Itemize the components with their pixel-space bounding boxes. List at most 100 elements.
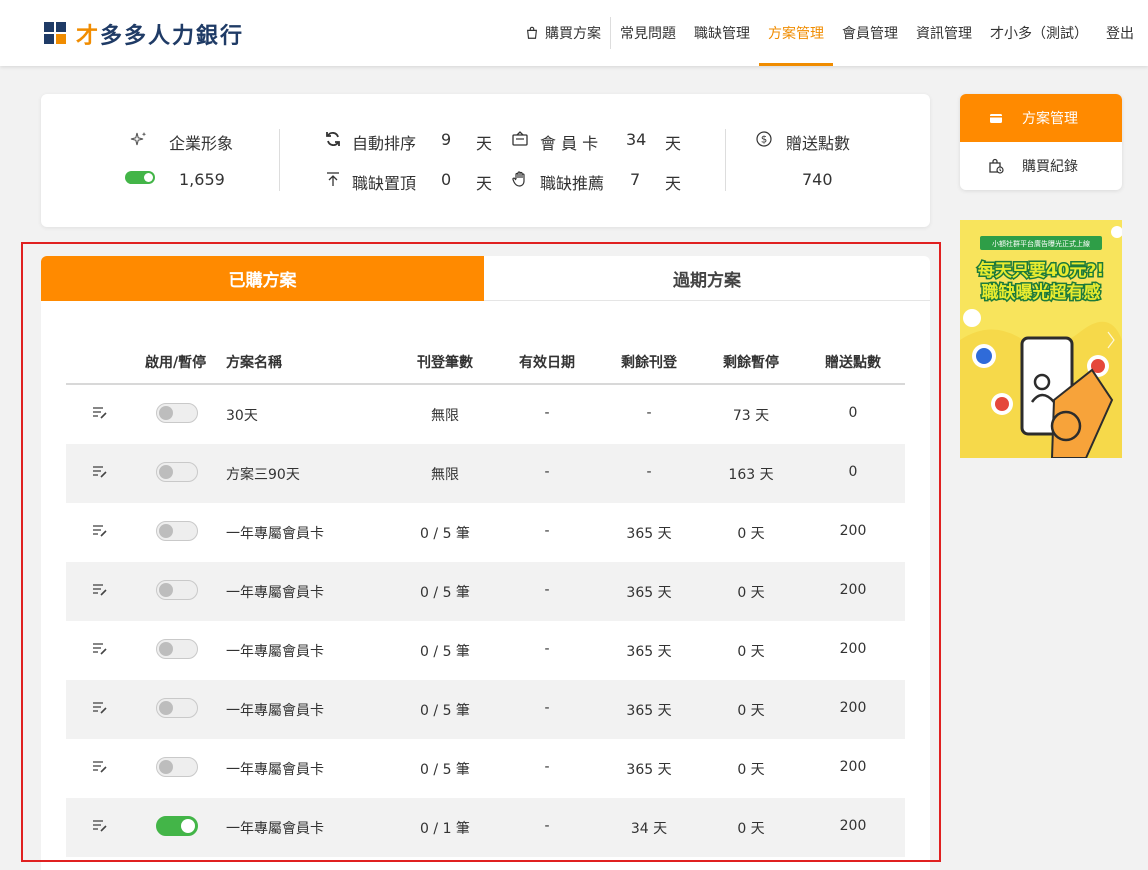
job-recommend-value: 7 [630,170,641,189]
post-count: 0 / 5 筆 [420,762,470,778]
nav-info-manage[interactable]: 資訊管理 [907,0,981,66]
edit-icon[interactable] [92,760,108,774]
remaining-pause: 0 天 [737,703,765,719]
edit-icon[interactable] [92,583,108,597]
auto-sort-label: 自動排序 [352,134,417,153]
remaining-pause: 0 天 [737,644,765,660]
gift-points: 200 [839,818,867,834]
table-row: 30天 無限 - - 73 天 0 [66,385,905,444]
gift-points-value: 740 [802,170,833,189]
plan-toggle[interactable] [156,816,198,836]
promo-banner[interactable]: 小額社群平台廣告曝光正式上線 每天只要40元?! 職缺曝光超有感 [960,220,1122,458]
plan-toggle[interactable] [156,462,198,482]
remaining-post: 365 天 [626,703,672,719]
company-image-toggle[interactable] [125,171,155,184]
edit-icon[interactable] [92,701,108,715]
plan-toggle[interactable] [156,757,198,777]
plan-name: 一年專屬會員卡 [226,821,324,837]
edit-icon[interactable] [92,819,108,833]
tab-purchased-plans[interactable]: 已購方案 [41,256,484,301]
nav-job-manage[interactable]: 職缺管理 [685,0,759,66]
remaining-pause: 73 天 [732,408,770,424]
refresh-icon [326,132,340,146]
hand-icon [512,171,525,187]
expiry-date: - [544,523,550,539]
job-top-value: 0 [441,170,452,189]
plan-toggle[interactable] [156,639,198,659]
gift-points: 0 [848,464,858,480]
plan-name: 方案三90天 [226,467,300,483]
plan-toggle[interactable] [156,580,198,600]
remaining-post: - [646,464,652,480]
expiry-date: - [544,641,550,657]
sparkle-icon [130,132,147,146]
auto-sort-value: 9 [441,130,452,149]
plan-name: 30天 [226,408,258,424]
banner-top-text: 小額社群平台廣告曝光正式上線 [992,239,1090,248]
plan-toggle[interactable] [156,403,198,423]
side-menu-purchase-history[interactable]: 購買紀錄 [960,142,1122,190]
side-menu-plan-manage[interactable]: 方案管理 [960,94,1122,142]
main-nav: 購買方案 常見問題 職缺管理 方案管理 會員管理 資訊管理 才小多（測試） 登出 [516,0,1148,66]
summary-divider [725,129,726,191]
post-count: 0 / 5 筆 [420,703,470,719]
post-count: 無限 [431,408,459,424]
nav-buy-plan[interactable]: 購買方案 [516,0,610,66]
gift-points: 200 [839,700,867,716]
day-unit: 天 [665,134,682,153]
dollar-coin-icon: $ [756,131,772,147]
remaining-pause: 163 天 [728,467,774,483]
nav-plan-manage[interactable]: 方案管理 [759,0,833,66]
nav-faq[interactable]: 常見問題 [611,0,685,66]
logo[interactable]: 才多多人力銀行 [44,18,244,50]
remaining-pause: 0 天 [737,821,765,837]
col-toggle: 啟用/暫停 [145,355,207,371]
remaining-post: 365 天 [626,526,672,542]
summary-divider [279,129,280,191]
col-remaining-pause: 剩餘暫停 [723,355,779,371]
plan-name: 一年專屬會員卡 [226,762,324,778]
card-icon [512,131,528,146]
table-row: 方案三90天 無限 - - 163 天 0 [66,444,905,503]
plan-name: 一年專屬會員卡 [226,585,324,601]
table-row: 一年專屬會員卡 0 / 5 筆 - 365 天 0 天 200 [66,621,905,680]
banner-line2: 職缺曝光超有感 [982,282,1101,303]
gift-points-label: 贈送點數 [786,134,851,153]
svg-text:$: $ [761,135,767,146]
expiry-date: - [544,405,550,421]
expiry-date: - [544,818,550,834]
post-count: 0 / 5 筆 [420,644,470,660]
edit-icon[interactable] [92,642,108,656]
col-plan-name: 方案名稱 [226,355,282,371]
plan-name: 一年專屬會員卡 [226,644,324,660]
plan-toggle[interactable] [156,698,198,718]
shopping-bag-icon [526,26,538,39]
col-remaining-post: 剩餘刊登 [621,355,677,371]
plan-tabs: 已購方案 過期方案 [41,256,930,301]
day-unit: 天 [476,134,493,153]
col-post-count: 刊登筆數 [417,355,473,371]
col-gift-points: 贈送點數 [825,355,881,371]
expiry-date: - [544,582,550,598]
edit-icon[interactable] [92,406,108,420]
plan-toggle[interactable] [156,521,198,541]
nav-member-manage[interactable]: 會員管理 [833,0,907,66]
nav-logout[interactable]: 登出 [1097,0,1148,66]
remaining-pause: 0 天 [737,585,765,601]
gift-points: 0 [848,405,858,421]
job-recommend-label: 職缺推薦 [540,174,605,193]
nav-user-name[interactable]: 才小多（測試） [981,0,1097,66]
remaining-post: 34 天 [630,821,668,837]
logo-text: 才多多人力銀行 [76,24,245,49]
edit-icon[interactable] [92,465,108,479]
table-row: 一年專屬會員卡 0 / 5 筆 - 365 天 0 天 200 [66,503,905,562]
tab-expired-plans[interactable]: 過期方案 [484,256,930,301]
gift-points: 200 [839,759,867,775]
table-row: 一年專屬會員卡 0 / 1 筆 - 34 天 0 天 200 [66,798,905,857]
promo-banner-art: 小額社群平台廣告曝光正式上線 每天只要40元?! 職缺曝光超有感 [960,220,1122,458]
post-count: 0 / 5 筆 [420,526,470,542]
edit-icon[interactable] [92,524,108,538]
plan-name: 一年專屬會員卡 [226,703,324,719]
top-header: 才多多人力銀行 購買方案 常見問題 職缺管理 方案管理 會員管理 資訊管理 才小… [0,0,1148,66]
remaining-post: - [646,405,652,421]
